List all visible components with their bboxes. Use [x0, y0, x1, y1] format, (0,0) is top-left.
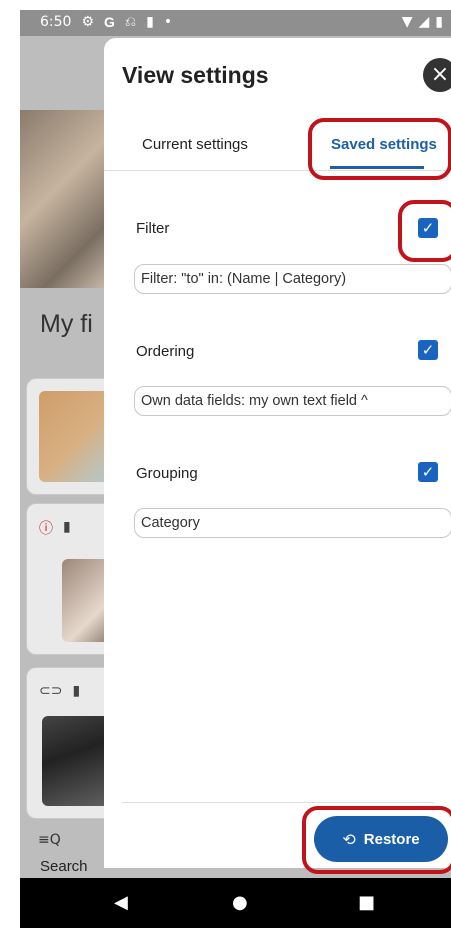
ordering-value-field[interactable]: Own data fields: my own text field ^ — [134, 386, 451, 416]
filter-label: Filter — [136, 220, 170, 237]
clock: 6:50 — [40, 14, 72, 30]
tab-current-settings[interactable]: Current settings — [142, 136, 248, 153]
ordering-checkbox[interactable]: ✓ — [418, 340, 438, 360]
bookmark-icon: ▮ — [63, 518, 71, 534]
grouping-value-field[interactable]: Category — [134, 508, 451, 538]
gear-icon: ⚙ — [81, 14, 95, 30]
view-settings-dialog: View settings × Current settings Saved s… — [104, 38, 451, 874]
highlight-filter-checkbox — [398, 200, 451, 262]
recents-icon[interactable]: ■ — [358, 892, 375, 913]
highlight-restore-button — [302, 806, 451, 874]
ordering-label: Ordering — [136, 343, 195, 360]
filter-value-field[interactable]: Filter: "to" in: (Name | Category) — [134, 264, 451, 294]
back-icon[interactable]: ◀ — [114, 892, 128, 913]
grouping-checkbox[interactable]: ✓ — [418, 462, 438, 482]
alert-icon: ⓘ — [39, 520, 53, 536]
check-icon: ✓ — [421, 341, 435, 359]
link-icon: ⊂⊃ — [39, 682, 63, 698]
dialog-title: View settings — [122, 62, 269, 88]
signal-icon: ◢ — [418, 14, 430, 30]
grouping-label: Grouping — [136, 465, 198, 482]
battery-icon: ▮ — [435, 14, 443, 30]
list-title: My fi — [40, 310, 93, 338]
check-icon: ✓ — [421, 463, 435, 481]
android-nav-bar: ◀ ● ■ — [20, 878, 451, 928]
highlight-saved-tab — [308, 118, 451, 180]
phone-screen: 6:50 ⚙ G ⎌ ▮ • ▼ ◢ ▮ My fi ⓘ ▮ ⊂⊃ ▮ ≡Q S… — [20, 10, 451, 928]
wifi-icon: ▼ — [401, 14, 413, 30]
g-icon: G — [104, 14, 115, 30]
close-button[interactable]: × — [423, 58, 451, 92]
close-icon: × — [430, 62, 450, 87]
bottom-tab-label: Search — [40, 858, 88, 875]
sd-card-icon: ▮ — [146, 14, 154, 30]
divider — [122, 802, 434, 803]
dot-icon: • — [163, 14, 173, 30]
usb-icon: ⎌ — [124, 14, 137, 30]
home-icon[interactable]: ● — [232, 892, 248, 913]
filter-search-icon: ≡Q — [38, 832, 61, 848]
status-bar: 6:50 ⚙ G ⎌ ▮ • ▼ ◢ ▮ — [20, 10, 451, 36]
bookmark-icon: ▮ — [72, 682, 81, 698]
